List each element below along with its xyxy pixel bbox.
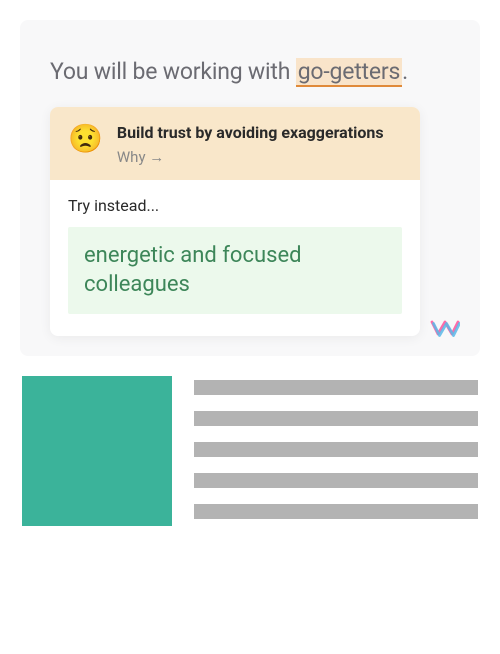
suggestion-card: 😟 Build trust by avoiding exaggerations …: [50, 107, 420, 336]
suggestion-title: Build trust by avoiding exaggerations: [117, 123, 384, 144]
suggestion-body: Try instead... energetic and focused col…: [50, 180, 420, 336]
placeholder-line: [194, 442, 478, 457]
suggestion-panel: You will be working with go-getters. 😟 B…: [20, 20, 480, 356]
brand-logo-icon: [430, 318, 460, 344]
suggestion-header: 😟 Build trust by avoiding exaggerations …: [50, 107, 420, 180]
placeholder-line: [194, 411, 478, 426]
placeholder-image-block: [22, 376, 172, 526]
suggestion-header-text: Build trust by avoiding exaggerations Wh…: [117, 123, 384, 166]
sentence-suffix: .: [402, 58, 408, 85]
replacement-text[interactable]: energetic and focused colleagues: [68, 227, 402, 314]
why-link[interactable]: Why →: [117, 148, 164, 166]
source-sentence: You will be working with go-getters.: [50, 58, 450, 85]
try-instead-label: Try instead...: [68, 196, 402, 215]
placeholder-line: [194, 380, 478, 395]
content-placeholder: [0, 356, 500, 548]
placeholder-line: [194, 473, 478, 488]
placeholder-line: [194, 504, 478, 519]
placeholder-text-lines: [194, 376, 478, 526]
worried-emoji-icon: 😟: [68, 125, 103, 153]
highlighted-phrase[interactable]: go-getters: [296, 58, 402, 87]
sentence-prefix: You will be working with: [50, 58, 296, 85]
